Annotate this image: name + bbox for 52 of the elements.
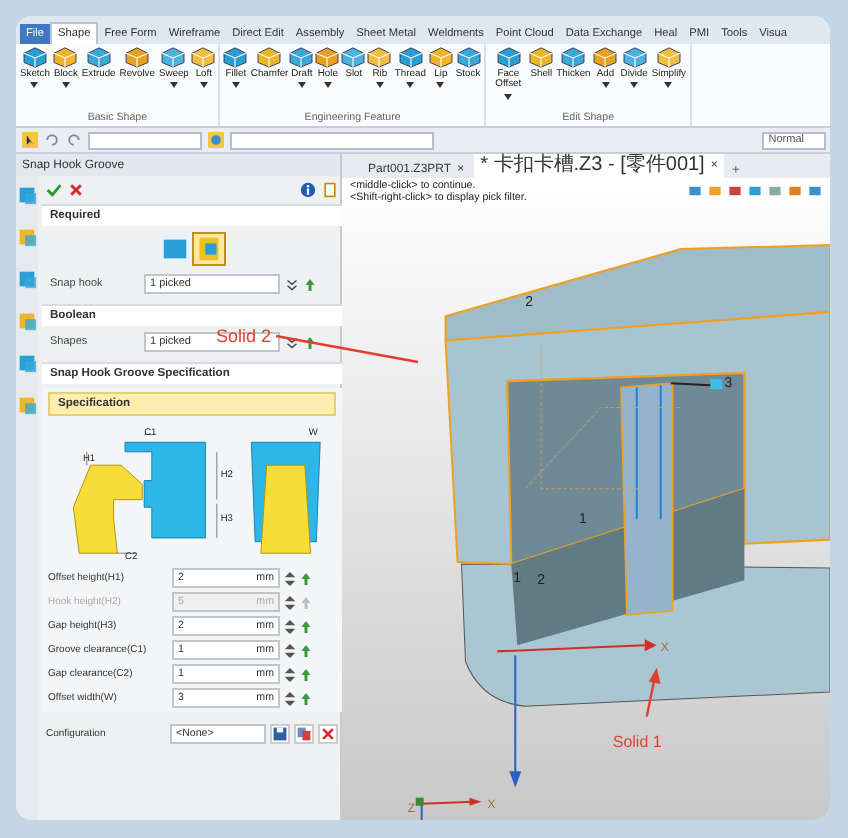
spinner-icon[interactable] xyxy=(284,571,296,585)
caret-icon xyxy=(297,82,306,89)
pin-icon[interactable] xyxy=(300,643,312,657)
pointer-icon[interactable] xyxy=(22,132,38,148)
pin-icon[interactable] xyxy=(300,571,312,585)
callout-line xyxy=(275,334,419,364)
caret-icon xyxy=(630,82,639,89)
axis-triad-drawing xyxy=(415,797,482,820)
spinner-icon[interactable] xyxy=(284,619,296,633)
pin-icon[interactable] xyxy=(304,335,316,349)
pin-icon[interactable] xyxy=(300,691,312,705)
spinner-icon[interactable] xyxy=(284,643,296,657)
tool-icon[interactable] xyxy=(16,394,38,416)
caret-icon xyxy=(169,82,178,89)
tool-icon[interactable] xyxy=(16,184,38,206)
undo-icon[interactable] xyxy=(44,132,60,148)
info-icon[interactable] xyxy=(300,182,316,198)
groove-icon[interactable] xyxy=(194,234,224,264)
caret-icon xyxy=(30,82,39,89)
spinner-icon[interactable] xyxy=(284,691,296,705)
pin-icon[interactable] xyxy=(300,667,312,681)
callout-arrow xyxy=(645,667,661,717)
chevron-icon[interactable] xyxy=(286,277,298,291)
caret-icon xyxy=(664,82,673,89)
annotation-text: Solid 2 xyxy=(216,326,272,346)
check-icon[interactable] xyxy=(46,182,62,198)
caret-icon xyxy=(601,82,610,89)
caret-icon xyxy=(323,82,332,89)
spinner-icon[interactable] xyxy=(284,667,296,681)
annotation-text: Solid 1 xyxy=(612,732,662,751)
caret-icon xyxy=(375,82,384,89)
caret-icon xyxy=(199,82,208,89)
close-icon[interactable] xyxy=(68,182,84,198)
caret-icon xyxy=(504,93,513,100)
save-icon[interactable] xyxy=(270,724,290,744)
caret-icon xyxy=(61,82,70,89)
caret-icon xyxy=(231,82,240,89)
spinner-icon[interactable] xyxy=(284,595,296,609)
tool-icon[interactable] xyxy=(16,226,38,248)
tool-icon[interactable] xyxy=(16,352,38,374)
chevron-icon[interactable] xyxy=(286,335,298,349)
tool-icon[interactable] xyxy=(16,268,38,290)
redo-icon[interactable] xyxy=(66,132,82,148)
filter-dropdown[interactable] xyxy=(88,131,202,149)
copy-icon[interactable] xyxy=(294,724,314,744)
selection-dropdown[interactable] xyxy=(230,131,434,149)
pin-icon[interactable] xyxy=(300,619,312,633)
delete-icon[interactable] xyxy=(318,724,338,744)
tool-icon[interactable] xyxy=(16,310,38,332)
caret-icon xyxy=(406,82,415,89)
z-axis-arrow xyxy=(509,655,522,788)
caret-icon xyxy=(436,82,445,89)
